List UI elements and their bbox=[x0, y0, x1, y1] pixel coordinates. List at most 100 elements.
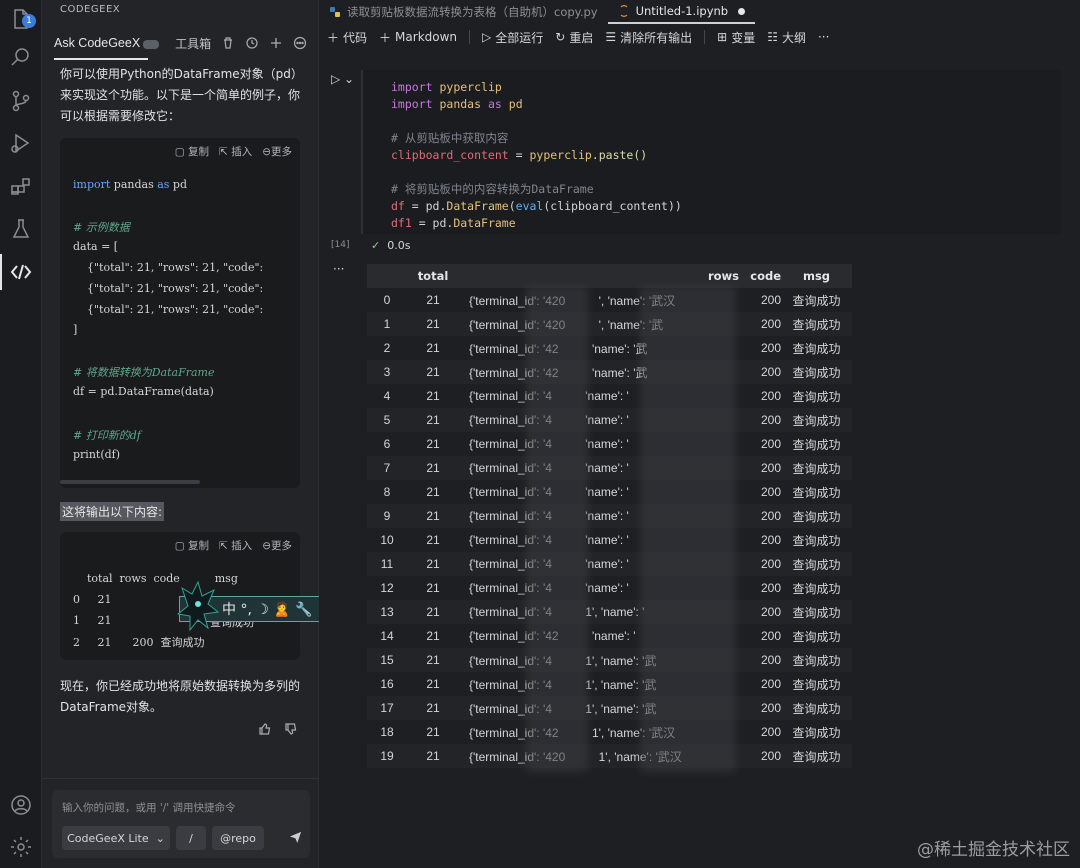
cell-msg: 查询成功 bbox=[792, 389, 841, 404]
codegeex-icon[interactable] bbox=[8, 259, 34, 285]
redaction-blur bbox=[526, 286, 588, 772]
table-row: 16 21 {'terminal_id': '4 1', 'name': '武 200… bbox=[367, 672, 852, 696]
cell-code: 200 bbox=[760, 581, 781, 595]
cell-msg: 查询成功 bbox=[792, 341, 841, 356]
insert-button[interactable]: ⇱ 插入 bbox=[219, 144, 252, 159]
divider bbox=[42, 778, 319, 779]
cell-code: 200 bbox=[760, 749, 781, 763]
cell-code: 200 bbox=[760, 701, 781, 715]
copy-button[interactable]: ▢ 复制 bbox=[175, 144, 209, 159]
code-comment: # 示例数据 bbox=[73, 221, 130, 234]
cell-source[interactable]: import pyperclip import pandas as pd # 从… bbox=[391, 79, 682, 232]
run-all-button[interactable]: ▷ 全部运行 bbox=[482, 29, 543, 46]
toolbar-separator bbox=[469, 30, 471, 44]
copy-button[interactable]: ▢ 复制 bbox=[175, 538, 209, 553]
redaction-blur bbox=[640, 286, 736, 772]
row-index: 9 bbox=[383, 509, 391, 523]
account-icon[interactable] bbox=[8, 792, 34, 818]
cell-msg: 查询成功 bbox=[792, 413, 841, 428]
table-row: 12 21 {'terminal_id': '4 'name': ' 200 查询成功 bbox=[367, 576, 852, 600]
code-line: {"total": 21, "rows": 21, "code": bbox=[73, 282, 264, 295]
cell-code: 200 bbox=[760, 725, 781, 739]
trash-icon[interactable] bbox=[221, 36, 235, 50]
model-select[interactable]: CodeGeeX Lite ⌄ bbox=[62, 826, 170, 850]
restart-button[interactable]: ↻ 重启 bbox=[555, 29, 593, 46]
output-row: 0 21 bbox=[73, 593, 112, 606]
cell-total: 21 bbox=[426, 749, 440, 763]
settings-gear-icon[interactable] bbox=[8, 834, 34, 860]
extensions-icon[interactable] bbox=[8, 174, 34, 200]
tab-copy-py[interactable]: 读取剪贴板数据流转换为表格（自助机）copy.py bbox=[319, 0, 608, 24]
slash-command-button[interactable]: / bbox=[176, 826, 206, 850]
table-row: 1 21 {'terminal_id': '420 ', 'name': '武 200… bbox=[367, 312, 852, 336]
outline-button[interactable]: ☷ 大纲 bbox=[767, 29, 806, 46]
add-code-button[interactable]: ＋ 代码 bbox=[327, 29, 367, 46]
cell-total: 21 bbox=[426, 629, 440, 643]
more-circle-icon[interactable] bbox=[293, 36, 307, 50]
run-debug-icon[interactable] bbox=[8, 130, 34, 156]
notebook-toolbar: ＋ 代码 ＋ Markdown ▷ 全部运行 ↻ 重启 ☰ 清除所有输出 ⊞ 变… bbox=[319, 26, 1080, 48]
thumbs-up-icon[interactable] bbox=[258, 722, 272, 739]
search-icon[interactable] bbox=[8, 44, 34, 70]
code-line: data = [ bbox=[73, 240, 119, 253]
toolbox-tab[interactable]: 工具箱 bbox=[175, 35, 211, 52]
horizontal-scrollbar[interactable] bbox=[60, 480, 200, 484]
conclusion-message: 现在，你已经成功地将原始数据转换为多列的DataFrame对象。 bbox=[60, 679, 301, 714]
plus-icon[interactable] bbox=[269, 36, 283, 50]
row-index: 18 bbox=[380, 725, 394, 739]
thumbs-down-icon[interactable] bbox=[284, 722, 298, 739]
table-row: 9 21 {'terminal_id': '4 'name': ' 200 查询成功 bbox=[367, 504, 852, 528]
cell-msg: 查询成功 bbox=[792, 317, 841, 332]
row-index: 7 bbox=[383, 461, 391, 475]
chat-input-box[interactable]: 输入你的问题，或用 '/' 调用快捷命令 CodeGeeX Lite ⌄ / @… bbox=[52, 790, 310, 858]
repo-button[interactable]: @repo bbox=[212, 826, 264, 850]
table-row: 1921{'terminal_id': '420 1', 'name': '武汉… bbox=[367, 744, 852, 768]
notebook-file-icon bbox=[618, 5, 630, 17]
tab-untitled-ipynb[interactable]: Untitled-1.ipynb bbox=[607, 0, 756, 24]
highlighted-text: 这将输出以下内容: bbox=[60, 502, 165, 521]
add-markdown-button[interactable]: ＋ Markdown bbox=[379, 29, 457, 46]
testing-flask-icon[interactable] bbox=[8, 216, 34, 242]
variables-button[interactable]: ⊞ 变量 bbox=[717, 29, 755, 46]
clear-outputs-button[interactable]: ☰ 清除所有输出 bbox=[605, 29, 692, 46]
cell-total: 21 bbox=[426, 317, 440, 331]
cell-total: 21 bbox=[426, 485, 440, 499]
code-block: ▢ 复制 ⇱ 插入 ⊖更多 import pandas as pd # 示例数据… bbox=[60, 138, 300, 488]
send-icon[interactable] bbox=[289, 830, 302, 846]
table-row: 3 21 {'terminal_id': '42 'name': '武 200 查询成功 bbox=[367, 360, 852, 384]
chat-input[interactable]: 输入你的问题，或用 '/' 调用快捷命令 bbox=[62, 800, 236, 815]
codegeex-panel: CODEGEEX Ask CodeGeeX 工具箱 你可以使用Python的Da… bbox=[42, 0, 329, 868]
cell-msg: 查询成功 bbox=[792, 653, 841, 668]
source-control-icon[interactable] bbox=[8, 88, 34, 114]
cell-msg: 查询成功 bbox=[792, 725, 841, 740]
code-comment: # 将数据转换为DataFrame bbox=[73, 366, 215, 379]
cell-total: 21 bbox=[426, 365, 440, 379]
history-icon[interactable] bbox=[245, 36, 259, 50]
dataframe-output: total rows code msg 0 21 {'terminal_id': '… bbox=[367, 264, 852, 768]
cell-msg: 查询成功 bbox=[792, 533, 841, 548]
cell-total: 21 bbox=[426, 413, 440, 427]
more-actions-button[interactable]: ··· bbox=[818, 30, 829, 44]
output-row: 1 21 bbox=[73, 614, 112, 627]
row-index: 6 bbox=[383, 437, 391, 451]
table-row: 5 21 {'terminal_id': '4 'name': ' 200 查询成功 bbox=[367, 408, 852, 432]
output-menu-icon[interactable]: ··· bbox=[333, 262, 344, 276]
code-comment: # 打印新的df bbox=[73, 429, 141, 442]
panel-section-title: CODEGEEX bbox=[60, 4, 121, 15]
ask-codegeex-tab[interactable]: Ask CodeGeeX bbox=[54, 36, 140, 50]
insert-button[interactable]: ⇱ 插入 bbox=[219, 538, 252, 553]
cell-total: 21 bbox=[426, 461, 440, 475]
tab-underline bbox=[54, 58, 148, 60]
row-index: 15 bbox=[380, 653, 394, 667]
code-cell[interactable]: import pyperclip import pandas as pd # 从… bbox=[361, 70, 1061, 234]
row-index: 1 bbox=[383, 317, 391, 331]
row-index: 10 bbox=[380, 533, 394, 547]
cell-code: 200 bbox=[760, 437, 781, 451]
more-button[interactable]: ⊖更多 bbox=[262, 538, 292, 553]
column-header: msg bbox=[802, 269, 831, 283]
cell-msg: 查询成功 bbox=[792, 749, 841, 764]
run-cell-icon[interactable]: ▷ ⌄ bbox=[331, 72, 354, 86]
more-button[interactable]: ⊖更多 bbox=[262, 144, 292, 159]
row-index: 2 bbox=[383, 341, 391, 355]
table-row: 11 21 {'terminal_id': '4 'name': ' 200 查询成功 bbox=[367, 552, 852, 576]
